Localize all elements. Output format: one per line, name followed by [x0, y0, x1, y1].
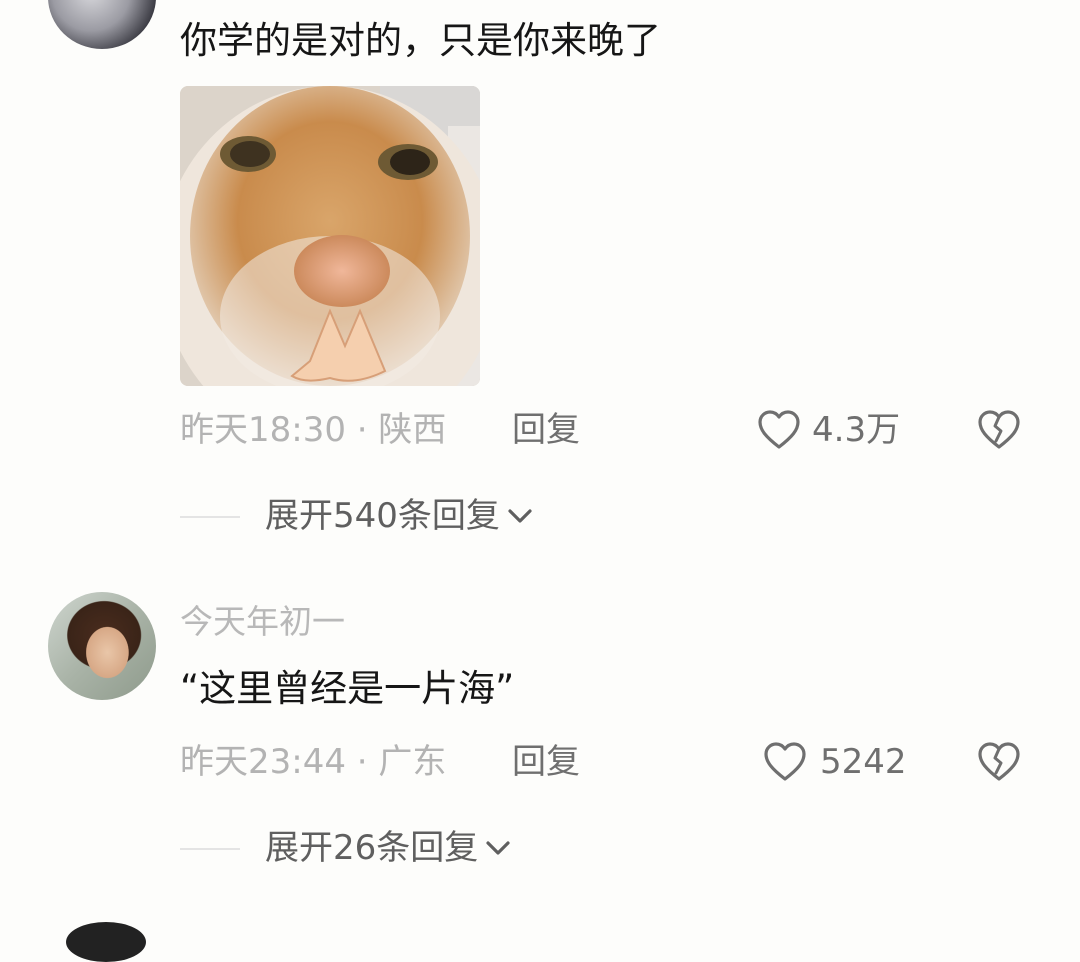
- comment-1-image[interactable]: [180, 86, 480, 386]
- broken-heart-icon[interactable]: [976, 408, 1022, 452]
- comment-2-expand-replies[interactable]: 展开26条回复: [265, 826, 512, 870]
- comment-1-meta: 昨天18:30 · 陕西: [180, 410, 447, 450]
- chevron-down-icon: [486, 841, 510, 855]
- comment-1-expand-replies[interactable]: 展开540条回复: [265, 494, 534, 538]
- comment-2-divider: [180, 848, 240, 850]
- comment-2-meta: 昨天23:44 · 广东: [180, 742, 447, 782]
- heart-outline-icon[interactable]: [762, 740, 808, 784]
- comment-1-divider: [180, 516, 240, 518]
- comment-2-username[interactable]: 今天年初一: [180, 600, 345, 644]
- chevron-down-icon: [508, 509, 532, 523]
- comment-1-text: 你学的是对的，只是你来晚了: [180, 19, 661, 62]
- comment-1-like-count: 4.3万: [812, 410, 901, 450]
- cat-photo: [180, 86, 480, 386]
- comment-3-avatar[interactable]: [66, 922, 146, 962]
- comment-1-expand-label: 展开540条回复: [265, 496, 500, 536]
- comment-1-avatar[interactable]: [48, 0, 156, 49]
- comment-2-reply-button[interactable]: 回复: [512, 740, 580, 784]
- broken-heart-icon[interactable]: [976, 740, 1022, 784]
- comment-1-reply-button[interactable]: 回复: [512, 408, 580, 452]
- comment-2-avatar[interactable]: [48, 592, 156, 700]
- comment-2-expand-label: 展开26条回复: [265, 828, 479, 868]
- heart-outline-icon[interactable]: [756, 408, 802, 452]
- comment-2-text: “这里曾经是一片海”: [180, 667, 515, 710]
- comment-2-like-count: 5242: [820, 742, 907, 782]
